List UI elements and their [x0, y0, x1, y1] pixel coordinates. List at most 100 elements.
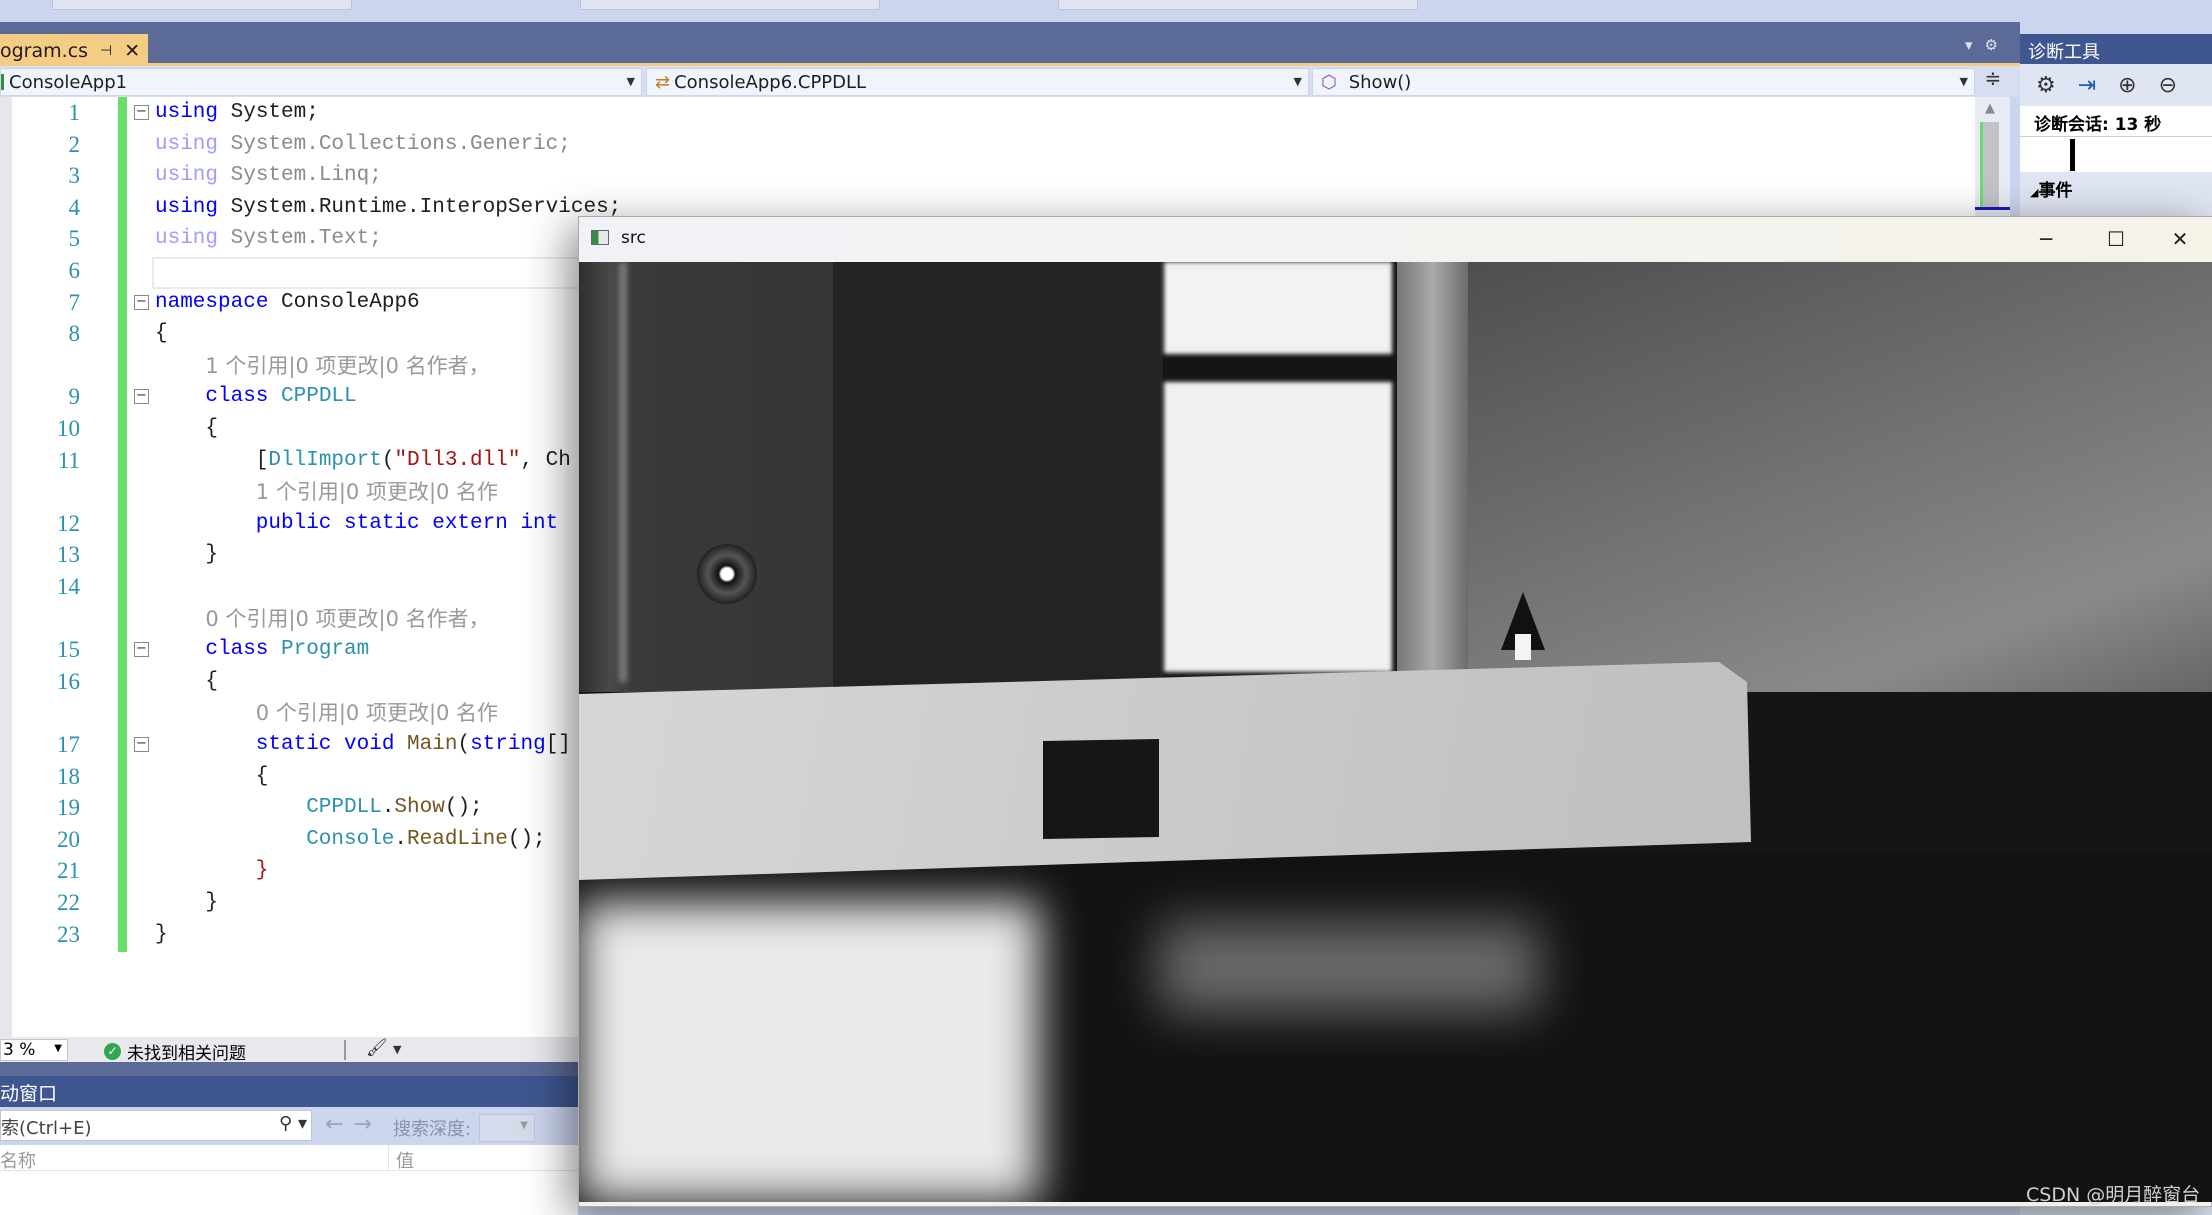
zoom-out-icon[interactable]: ⊖: [2159, 73, 2177, 98]
search-icon[interactable]: ⚲ ▾: [279, 1113, 307, 1134]
member-dropdown[interactable]: ⬡ Show() ▼: [1312, 68, 1975, 96]
line-number: 3: [68, 163, 81, 189]
line-number: 17: [57, 732, 80, 757]
class-icon: ⇄: [655, 71, 671, 93]
code-text: class CPPDLL: [205, 381, 356, 413]
pin-icon[interactable]: ⊣: [100, 43, 112, 59]
line-number: 7: [68, 289, 81, 315]
code-text: }: [205, 887, 218, 919]
toolbar-dropdown[interactable]: [52, 0, 352, 10]
minimize-button[interactable]: ─: [2011, 221, 2081, 257]
line-number: 5: [68, 226, 81, 252]
line-number: 20: [57, 826, 80, 852]
code-token: , Ch: [520, 448, 571, 472]
toolbar-dropdown[interactable]: [1058, 0, 1418, 10]
line-number: 13: [57, 542, 80, 568]
code-token: ConsoleApp6: [268, 290, 420, 314]
code-line[interactable]: 2 using System.Collections.Generic;: [0, 129, 1975, 161]
code-token: .: [394, 827, 408, 851]
codelens-references[interactable]: 0 个引用|0 项更改|0 名作: [256, 697, 498, 729]
export-icon[interactable]: ⇥: [2078, 73, 2096, 98]
code-token: }: [205, 891, 218, 914]
type-dropdown[interactable]: ⇄ ConsoleApp6.CPPDLL ▼: [646, 68, 1309, 96]
collapse-icon[interactable]: −: [134, 737, 149, 752]
collapse-icon[interactable]: −: [134, 642, 149, 658]
line-number: 21: [57, 858, 80, 884]
code-token: using: [155, 101, 219, 124]
search-depth-dropdown[interactable]: ▼: [479, 1114, 535, 1142]
arrow-left-icon[interactable]: ←: [325, 1112, 343, 1137]
collapse-icon[interactable]: −: [134, 389, 149, 405]
type-dropdown-value: ConsoleApp6.CPPDLL: [674, 71, 867, 93]
method-icon: ⬡: [1321, 71, 1337, 93]
code-line[interactable]: 1 − using System;: [0, 97, 1975, 129]
photo-metal-plate: [579, 262, 839, 692]
arrow-right-icon[interactable]: →: [353, 1112, 371, 1137]
line-number: 23: [57, 921, 80, 947]
code-token: System.Text;: [218, 227, 382, 251]
column-header-name[interactable]: 名称: [0, 1147, 36, 1173]
codelens-references[interactable]: 1 个引用|0 项更改|0 名作: [256, 476, 498, 508]
autos-panel-title: 动窗口: [0, 1076, 578, 1107]
close-button[interactable]: ✕: [2145, 221, 2212, 257]
main-toolbar: [0, 0, 2212, 22]
gear-icon[interactable]: ⚙: [1985, 36, 1998, 54]
code-text: {: [205, 413, 218, 445]
document-tab-strip: [0, 22, 2020, 63]
scroll-up-icon[interactable]: ▲: [1985, 101, 1995, 116]
events-section-header[interactable]: ◢事件: [2020, 172, 2212, 202]
camera-image: [579, 262, 2212, 1202]
tab-list-dropdown-icon[interactable]: ▾: [1965, 36, 1973, 54]
panel-splitter[interactable]: [0, 1062, 578, 1076]
code-line[interactable]: 3 using System.Linq;: [0, 160, 1975, 192]
column-divider[interactable]: [388, 1145, 389, 1171]
tab-label: ogram.cs: [0, 39, 89, 62]
photo-bright-block: [1164, 382, 1392, 672]
code-cleanup-button[interactable]: 🖌 ▼: [366, 1038, 401, 1058]
tab-program-cs[interactable]: ogram.cs ⊣ ✕: [0, 34, 148, 63]
code-token: System.Collections.Generic;: [218, 132, 571, 156]
code-token: using: [155, 132, 219, 156]
split-window-button[interactable]: ≑: [1978, 66, 2008, 94]
collapse-icon[interactable]: −: [134, 294, 149, 310]
codelens-references[interactable]: 0 个引用|0 项更改|0 名作者，: [205, 603, 489, 635]
zoom-in-icon[interactable]: ⊕: [2118, 73, 2136, 98]
line-number: 16: [57, 668, 80, 694]
maximize-button[interactable]: ☐: [2081, 221, 2151, 257]
code-token: ReadLine: [407, 827, 508, 851]
divider: [344, 1040, 346, 1060]
search-depth-label: 搜索深度:: [393, 1119, 472, 1140]
timeline[interactable]: [2020, 136, 2212, 172]
gear-icon[interactable]: ⚙: [2036, 73, 2056, 98]
code-token: ();: [507, 827, 546, 851]
window-title-bar[interactable]: src ─ ☐ ✕: [579, 217, 2212, 262]
chevron-down-icon: ▼: [1959, 75, 1968, 88]
scrollbar-thumb[interactable]: [1981, 122, 1999, 207]
codelens-references[interactable]: 1 个引用|0 项更改|0 名作者，: [205, 350, 489, 382]
zoom-level-dropdown[interactable]: 3 % ▼: [0, 1039, 68, 1061]
autos-column-headers: 名称 值: [0, 1145, 578, 1173]
code-text: using System;: [155, 97, 319, 129]
collapse-icon[interactable]: −: [134, 105, 149, 120]
photo-screw: [697, 544, 757, 604]
issues-indicator[interactable]: ✓ 未找到相关问题: [104, 1039, 246, 1064]
code-token: namespace: [155, 290, 269, 314]
chevron-down-icon: ▼: [1293, 75, 1302, 88]
close-tab-icon[interactable]: ✕: [124, 40, 140, 62]
code-token: System.Runtime.InteropServices;: [218, 195, 622, 219]
window-app-icon: [591, 230, 609, 245]
code-token: (: [381, 448, 395, 472]
autos-search-input[interactable]: 搜索(Ctrl+E) ⚲ ▾: [0, 1110, 312, 1141]
timeline-cursor: [2070, 139, 2075, 171]
column-header-value[interactable]: 值: [396, 1147, 414, 1173]
toolbar-dropdown[interactable]: [580, 0, 880, 10]
zoom-level-value: 3 %: [3, 1040, 36, 1060]
code-token: Main: [407, 733, 458, 756]
code-text: CPPDLL.Show();: [306, 792, 482, 824]
line-number: 10: [57, 416, 80, 441]
code-token: using: [155, 227, 219, 251]
chevron-down-icon: ▼: [520, 1120, 528, 1131]
project-dropdown[interactable]: ConsoleApp1 ▼: [0, 68, 642, 96]
